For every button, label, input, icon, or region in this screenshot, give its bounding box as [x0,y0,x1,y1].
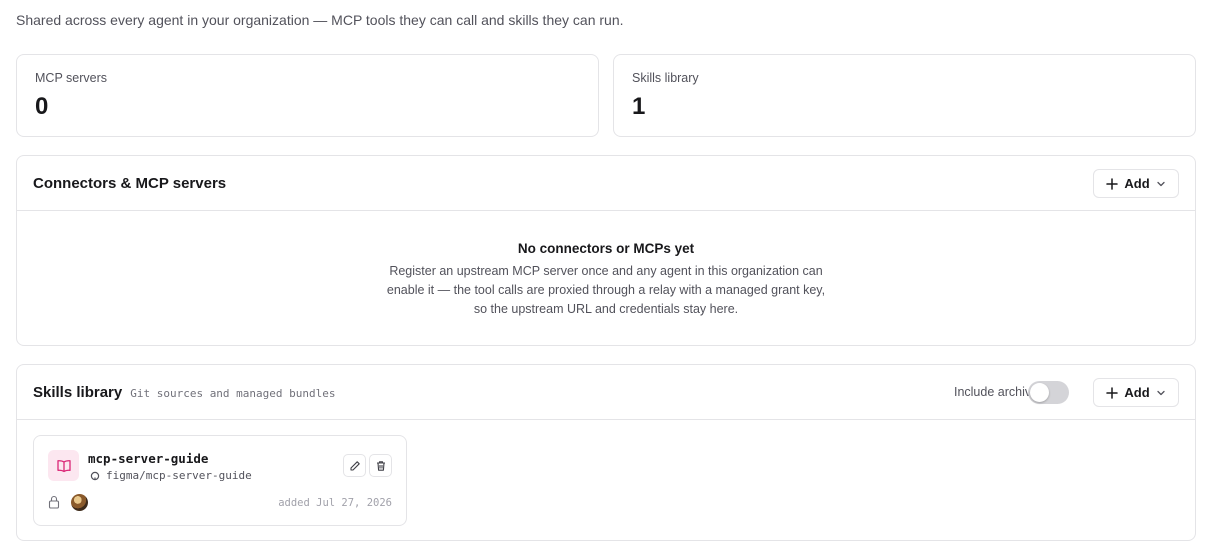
skills-title-text: Skills library [33,384,123,401]
include-archived-toggle[interactable] [1028,381,1069,404]
stat-card-mcp-servers: MCP servers 0 [16,54,599,137]
skill-card[interactable]: mcp-server-guide figma/mcp-server-guide … [33,435,407,526]
stat-value: 1 [632,93,646,120]
add-button-label: Add [1124,176,1150,191]
add-skill-button[interactable]: Add [1093,378,1179,407]
skills-title: Skills library Git sources and managed bu… [33,384,336,401]
plus-icon [1106,386,1119,399]
chevron-down-icon [1156,181,1165,186]
empty-state-title: No connectors or MCPs yet [517,241,695,256]
skill-added-date: added Jul 27, 2026 [278,497,392,509]
delete-skill-button[interactable] [369,454,392,477]
book-icon [48,450,79,481]
edit-skill-button[interactable] [343,454,366,477]
skills-description: Git sources and managed bundles [130,387,336,400]
chevron-down-icon [1156,390,1165,395]
page-subtitle: Shared across every agent in your organi… [16,12,624,28]
add-connector-button[interactable]: Add [1093,169,1179,198]
github-icon [90,471,100,480]
plus-icon [1106,177,1119,190]
stat-value: 0 [35,93,49,120]
avatar [71,494,88,511]
skills-panel: Skills library Git sources and managed bu… [16,364,1196,541]
empty-state-body: Register an upstream MCP server once and… [386,264,826,316]
connectors-panel-header: Connectors & MCP servers Add [17,156,1195,211]
skill-source-path: figma/mcp-server-guide [106,469,252,482]
connectors-title: Connectors & MCP servers [33,175,227,192]
stat-card-skills-library: Skills library 1 [613,54,1196,137]
trash-icon [376,460,385,471]
pencil-icon [349,460,360,471]
connectors-panel: Connectors & MCP servers Add No connecto… [16,155,1196,346]
toggle-knob [1030,383,1049,402]
lock-icon [48,495,60,509]
stat-label: MCP servers [35,71,108,85]
skill-name: mcp-server-guide [88,451,209,466]
skill-source: figma/mcp-server-guide [90,469,252,482]
stat-label: Skills library [632,71,699,85]
skills-panel-header: Skills library Git sources and managed bu… [17,365,1195,420]
add-button-label: Add [1124,385,1150,400]
